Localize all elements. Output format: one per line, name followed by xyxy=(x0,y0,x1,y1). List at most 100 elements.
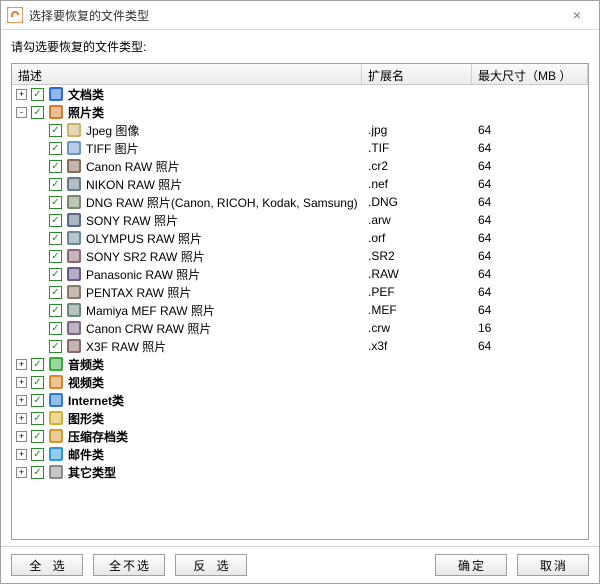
category-row[interactable]: +✓其它类型 xyxy=(12,463,588,481)
checkbox[interactable]: ✓ xyxy=(49,304,62,317)
file-type-icon xyxy=(48,392,64,408)
file-type-row[interactable]: ✓PENTAX RAW 照片.PEF64 xyxy=(12,283,588,301)
category-row[interactable]: -✓照片类 xyxy=(12,103,588,121)
checkbox[interactable]: ✓ xyxy=(49,178,62,191)
col-header-desc[interactable]: 描述 xyxy=(12,64,362,84)
desc-cell: + ✓ 邮件类 xyxy=(12,446,362,463)
checkbox[interactable]: ✓ xyxy=(49,250,62,263)
desc-cell: ✓SONY RAW 照片 xyxy=(12,212,362,229)
row-label: 邮件类 xyxy=(68,446,104,463)
file-type-row[interactable]: ✓Canon RAW 照片.cr264 xyxy=(12,157,588,175)
checkbox[interactable]: ✓ xyxy=(31,412,44,425)
file-type-row[interactable]: ✓DNG RAW 照片(Canon, RICOH, Kodak, Samsung… xyxy=(12,193,588,211)
size-cell: 64 xyxy=(472,177,588,191)
category-row[interactable]: +✓压缩存档类 xyxy=(12,427,588,445)
close-button[interactable]: × xyxy=(561,7,593,23)
checkbox[interactable]: ✓ xyxy=(49,142,62,155)
select-all-button[interactable]: 全 选 xyxy=(11,554,83,576)
expand-icon[interactable]: + xyxy=(16,467,27,478)
desc-cell: ✓ SONY SR2 RAW 照片 xyxy=(12,248,362,265)
row-label: Mamiya MEF RAW 照片 xyxy=(86,302,215,319)
file-type-row[interactable]: ✓X3F RAW 照片.x3f64 xyxy=(12,337,588,355)
row-label: 视频类 xyxy=(68,374,104,391)
checkbox[interactable]: ✓ xyxy=(31,394,44,407)
desc-cell: +✓压缩存档类 xyxy=(12,428,362,445)
desc-cell: +✓图形类 xyxy=(12,410,362,427)
row-label: SONY SR2 RAW 照片 xyxy=(86,248,205,265)
select-none-button[interactable]: 全不选 xyxy=(93,554,165,576)
desc-cell: ✓DNG RAW 照片(Canon, RICOH, Kodak, Samsung… xyxy=(12,194,362,211)
ok-button[interactable]: 确定 xyxy=(435,554,507,576)
file-type-icon xyxy=(66,212,82,228)
invert-button[interactable]: 反 选 xyxy=(175,554,247,576)
ext-cell: .jpg xyxy=(362,123,472,137)
desc-cell: ✓ Mamiya MEF RAW 照片 xyxy=(12,302,362,319)
checkbox[interactable]: ✓ xyxy=(31,358,44,371)
col-header-size[interactable]: 最大尺寸（MB ） xyxy=(472,64,588,84)
desc-cell: + ✓ 视频类 xyxy=(12,374,362,391)
file-type-icon xyxy=(66,320,82,336)
collapse-icon[interactable]: - xyxy=(16,107,27,118)
col-header-ext[interactable]: 扩展名 xyxy=(362,64,472,84)
expand-icon[interactable]: + xyxy=(16,359,27,370)
checkbox[interactable]: ✓ xyxy=(31,466,44,479)
expand-icon[interactable]: + xyxy=(16,377,27,388)
file-type-row[interactable]: ✓ Panasonic RAW 照片 .RAW64 xyxy=(12,265,588,283)
file-type-icon xyxy=(66,230,82,246)
row-label: 文档类 xyxy=(68,86,104,103)
cancel-button[interactable]: 取消 xyxy=(517,554,589,576)
file-type-icon xyxy=(66,176,82,192)
checkbox[interactable]: ✓ xyxy=(49,196,62,209)
tree-spacer xyxy=(34,323,45,334)
category-row[interactable]: + ✓ 视频类 xyxy=(12,373,588,391)
ext-cell: .cr2 xyxy=(362,159,472,173)
checkbox[interactable]: ✓ xyxy=(49,124,62,137)
category-row[interactable]: + ✓ 文档类 xyxy=(12,85,588,103)
tree-spacer xyxy=(34,269,45,280)
file-type-row[interactable]: ✓Mamiya MEF RAW 照片.MEF64 xyxy=(12,301,588,319)
category-row[interactable]: +✓Internet类 xyxy=(12,391,588,409)
checkbox[interactable]: ✓ xyxy=(49,232,62,245)
category-row[interactable]: +✓音频类 xyxy=(12,355,588,373)
expand-icon[interactable]: + xyxy=(16,413,27,424)
expand-icon[interactable]: + xyxy=(16,449,27,460)
size-cell: 64 xyxy=(472,213,588,227)
checkbox[interactable]: ✓ xyxy=(31,430,44,443)
expand-icon[interactable]: + xyxy=(16,89,27,100)
file-type-row[interactable]: ✓Jpeg 图像.jpg64 xyxy=(12,121,588,139)
category-row[interactable]: +✓图形类 xyxy=(12,409,588,427)
ext-cell: .x3f xyxy=(362,339,472,353)
file-type-row[interactable]: ✓NIKON RAW 照片.nef64 xyxy=(12,175,588,193)
file-type-row[interactable]: ✓SONY SR2 RAW 照片.SR264 xyxy=(12,247,588,265)
desc-cell: ✓ Panasonic RAW 照片 xyxy=(12,266,362,283)
checkbox[interactable]: ✓ xyxy=(49,286,62,299)
expand-icon[interactable]: + xyxy=(16,395,27,406)
checkbox[interactable]: ✓ xyxy=(31,376,44,389)
file-type-icon xyxy=(66,284,82,300)
size-cell: 64 xyxy=(472,267,588,281)
file-type-icon xyxy=(66,302,82,318)
checkbox[interactable]: ✓ xyxy=(49,214,62,227)
checkbox[interactable]: ✓ xyxy=(31,448,44,461)
ext-cell: .RAW xyxy=(362,267,472,281)
desc-cell: +✓其它类型 xyxy=(12,464,362,481)
desc-cell: ✓Jpeg 图像 xyxy=(12,122,362,139)
checkbox[interactable]: ✓ xyxy=(49,322,62,335)
ext-cell: .crw xyxy=(362,321,472,335)
file-type-row[interactable]: ✓Canon CRW RAW 照片.crw16 xyxy=(12,319,588,337)
desc-cell: ✓TIFF 图片 xyxy=(12,140,362,157)
row-label: Panasonic RAW 照片 xyxy=(86,266,200,283)
checkbox[interactable]: ✓ xyxy=(49,340,62,353)
file-type-row[interactable]: ✓TIFF 图片.TIF64 xyxy=(12,139,588,157)
category-row[interactable]: + ✓ 邮件类 xyxy=(12,445,588,463)
checkbox[interactable]: ✓ xyxy=(49,268,62,281)
file-type-row[interactable]: ✓SONY RAW 照片.arw64 xyxy=(12,211,588,229)
ext-cell: .DNG xyxy=(362,195,472,209)
checkbox[interactable]: ✓ xyxy=(31,88,44,101)
checkbox[interactable]: ✓ xyxy=(49,160,62,173)
file-type-row[interactable]: ✓OLYMPUS RAW 照片.orf64 xyxy=(12,229,588,247)
expand-icon[interactable]: + xyxy=(16,431,27,442)
checkbox[interactable]: ✓ xyxy=(31,106,44,119)
file-type-icon xyxy=(66,158,82,174)
size-cell: 64 xyxy=(472,195,588,209)
